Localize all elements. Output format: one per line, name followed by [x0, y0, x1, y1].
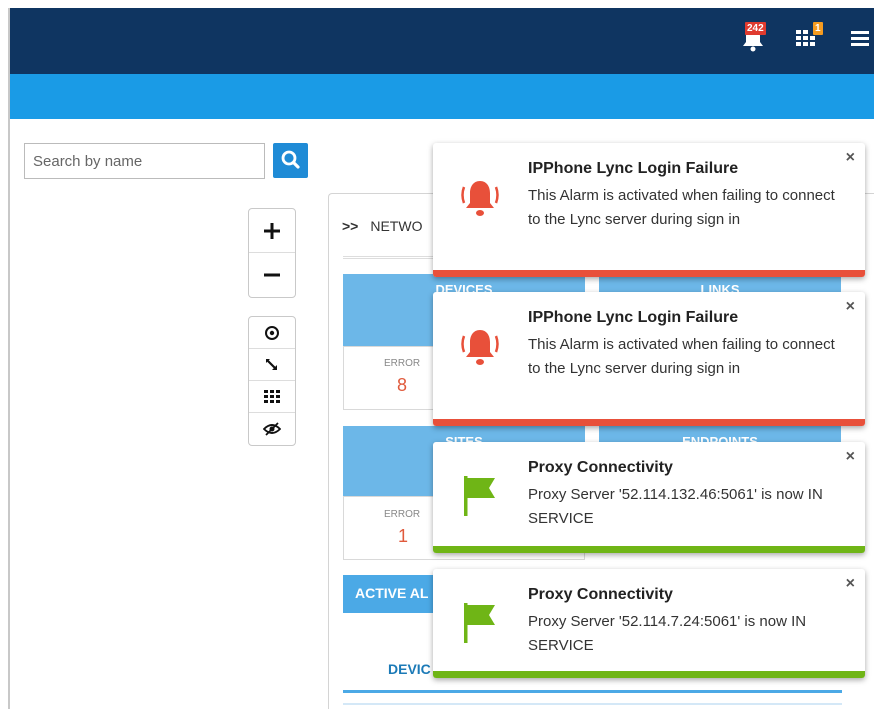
search-button[interactable] — [273, 143, 308, 178]
notification-message: This Alarm is activated when failing to … — [528, 336, 835, 377]
grid-view-button[interactable] — [249, 381, 295, 413]
fit-view-button[interactable] — [249, 349, 295, 381]
map-tools — [248, 316, 296, 446]
toggle-visibility-button[interactable] — [249, 413, 295, 445]
target-icon — [265, 325, 279, 340]
menu-hamburger-icon[interactable] — [851, 30, 869, 46]
notification-toast[interactable]: Proxy Connectivity Proxy Server '52.114.… — [433, 569, 865, 678]
devices-error-label: ERROR — [384, 358, 421, 369]
devices-error-count[interactable]: 8 — [397, 375, 407, 396]
sites-error-count[interactable]: 1 — [398, 526, 408, 547]
notification-message: Proxy Server '52.114.7.24:5061' is now I… — [528, 613, 807, 654]
notification-toast[interactable]: IPPhone Lync Login Failure This Alarm is… — [433, 143, 865, 277]
notification-status-bar — [433, 546, 865, 553]
center-map-button[interactable] — [249, 317, 295, 349]
minus-icon — [264, 273, 280, 277]
notification-title: Proxy Connectivity — [528, 586, 673, 603]
eye-slash-icon — [263, 422, 281, 436]
zoom-controls — [248, 208, 296, 298]
notification-toast[interactable]: Proxy Connectivity Proxy Server '52.114.… — [433, 442, 865, 553]
tab-devices[interactable]: DEVIC — [388, 661, 431, 677]
search-icon — [281, 150, 300, 169]
sites-error-label: ERROR — [384, 509, 421, 520]
close-icon[interactable]: × — [846, 448, 855, 466]
tasks-badge: 1 — [813, 22, 823, 35]
alarm-bell-icon — [455, 173, 505, 223]
notification-status-bar — [433, 270, 865, 277]
diagonal-arrow-icon — [266, 358, 277, 370]
notification-status-bar — [433, 419, 865, 426]
tab-underline — [343, 690, 842, 693]
zoom-out-button[interactable] — [249, 253, 295, 297]
plus-icon — [264, 222, 280, 239]
notification-title: IPPhone Lync Login Failure — [528, 160, 739, 177]
notification-toast[interactable]: IPPhone Lync Login Failure This Alarm is… — [433, 292, 865, 426]
alarm-bell-icon — [455, 322, 505, 372]
notification-title: IPPhone Lync Login Failure — [528, 309, 739, 326]
flag-icon — [455, 597, 505, 647]
notification-status-bar — [433, 671, 865, 678]
zoom-in-button[interactable] — [249, 209, 295, 253]
notification-message: Proxy Server '52.114.132.46:5061' is now… — [528, 486, 823, 527]
sub-header — [10, 74, 874, 119]
alarms-badge: 242 — [745, 22, 766, 35]
flag-icon — [455, 470, 505, 520]
search-input[interactable] — [24, 143, 265, 179]
notification-title: Proxy Connectivity — [528, 459, 673, 476]
close-icon[interactable]: × — [846, 149, 855, 167]
list-divider — [343, 703, 842, 705]
close-icon[interactable]: × — [846, 575, 855, 593]
close-icon[interactable]: × — [846, 298, 855, 316]
notification-message: This Alarm is activated when failing to … — [528, 187, 835, 228]
panel-title[interactable]: >> NETWO — [342, 218, 422, 234]
grid-icon — [264, 389, 280, 403]
expand-chevron-icon[interactable]: >> — [342, 218, 358, 234]
